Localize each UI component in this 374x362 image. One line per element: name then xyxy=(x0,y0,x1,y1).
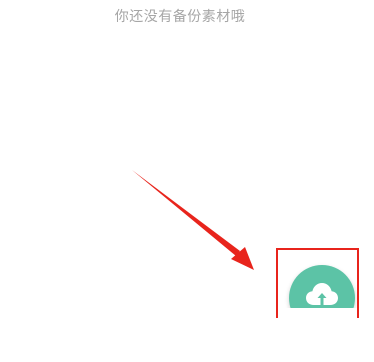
upload-fab-button[interactable] xyxy=(289,265,355,308)
empty-state-message: 你还没有备份素材哦 xyxy=(114,9,246,25)
fab-container xyxy=(276,248,362,308)
backup-empty-page: 你还没有备份素材哦 xyxy=(0,0,374,362)
cloud-upload-icon xyxy=(306,283,338,305)
